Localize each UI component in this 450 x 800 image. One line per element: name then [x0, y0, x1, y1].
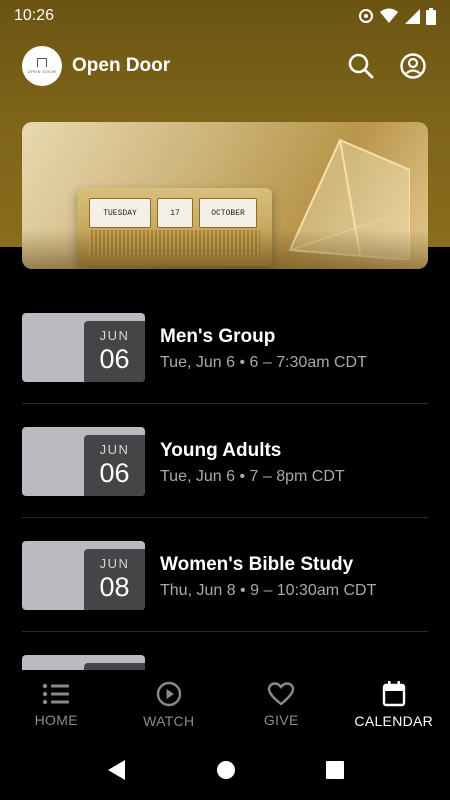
app-screen: 10:26 OPEN DOOR Open Door TUESDAY 17 OCT…	[0, 0, 450, 800]
calendar-month-card: OCTOBER	[199, 198, 257, 228]
event-title: Men's Group	[160, 326, 276, 347]
logo-text: OPEN DOOR	[27, 69, 57, 74]
date-month: JUN	[99, 328, 130, 343]
back-icon[interactable]	[106, 759, 126, 781]
nav-calendar[interactable]: CALENDAR	[338, 670, 450, 740]
battery-icon	[426, 7, 436, 25]
date-day: 06	[99, 458, 130, 488]
logo-door-icon	[37, 58, 47, 67]
event-meta: Thu, Jun 8 • 9 – 10:30am CDT	[160, 582, 377, 599]
event-thumbnail: JUN 08	[22, 541, 145, 610]
app-header: OPEN DOOR Open Door	[0, 42, 450, 90]
account-icon	[400, 53, 426, 79]
app-title: Open Door	[72, 55, 171, 76]
system-navigation-bar	[0, 740, 450, 800]
settings-dot-icon	[359, 9, 373, 23]
search-button[interactable]	[346, 51, 376, 81]
list-icon	[43, 683, 70, 705]
event-item[interactable]: JUN 08 Women's Bible Study Thu, Jun 8 • …	[22, 518, 428, 632]
event-title: Young Adults	[160, 440, 282, 461]
date-month: JUN	[99, 556, 130, 571]
nav-give[interactable]: GIVE	[225, 670, 338, 740]
status-time: 10:26	[14, 7, 55, 24]
play-circle-icon	[156, 681, 181, 707]
signal-icon	[405, 9, 420, 24]
event-thumbnail	[22, 655, 145, 670]
event-meta: Tue, Jun 6 • 7 – 8pm CDT	[160, 468, 345, 485]
featured-banner[interactable]: TUESDAY 17 OCTOBER	[22, 122, 428, 269]
nav-calendar-label: CALENDAR	[354, 713, 434, 729]
nav-home-label: HOME	[34, 712, 78, 728]
heart-icon	[268, 682, 295, 706]
event-item-partial[interactable]	[22, 632, 428, 670]
calendar-number-card: 17	[157, 198, 193, 228]
nav-home[interactable]: HOME	[0, 670, 113, 740]
nav-watch[interactable]: WATCH	[113, 670, 226, 740]
date-day: 06	[99, 344, 130, 374]
header-actions	[346, 51, 428, 81]
banner-shade	[22, 229, 428, 269]
date-tile	[84, 663, 145, 670]
event-meta: Tue, Jun 6 • 6 – 7:30am CDT	[160, 354, 367, 371]
status-icons	[358, 7, 436, 25]
calendar-day-card: TUESDAY	[89, 198, 151, 228]
event-list: JUN 06 Men's Group Tue, Jun 6 • 6 – 7:30…	[22, 290, 428, 670]
search-icon	[348, 53, 374, 79]
nav-watch-label: WATCH	[143, 713, 195, 729]
date-tile: JUN 06	[84, 435, 145, 496]
calendar-face: TUESDAY 17 OCTOBER	[89, 198, 260, 228]
profile-button[interactable]	[398, 51, 428, 81]
nav-give-label: GIVE	[263, 712, 299, 728]
date-tile: JUN 06	[84, 321, 145, 382]
status-bar: 10:26	[0, 0, 450, 32]
home-circle-icon[interactable]	[216, 760, 236, 780]
date-day: 08	[99, 572, 130, 602]
calendar-icon	[382, 681, 405, 707]
date-tile: JUN 08	[84, 549, 145, 610]
bottom-navigation: HOME WATCH GIVE CALENDAR	[0, 670, 450, 740]
recents-icon[interactable]	[326, 761, 344, 779]
event-item[interactable]: JUN 06 Men's Group Tue, Jun 6 • 6 – 7:30…	[22, 290, 428, 404]
church-logo[interactable]: OPEN DOOR	[22, 46, 62, 86]
event-item[interactable]: JUN 06 Young Adults Tue, Jun 6 • 7 – 8pm…	[22, 404, 428, 518]
date-month: JUN	[99, 442, 130, 457]
event-title: Women's Bible Study	[160, 554, 354, 575]
wifi-icon	[380, 8, 398, 23]
event-thumbnail: JUN 06	[22, 313, 145, 382]
event-thumbnail: JUN 06	[22, 427, 145, 496]
